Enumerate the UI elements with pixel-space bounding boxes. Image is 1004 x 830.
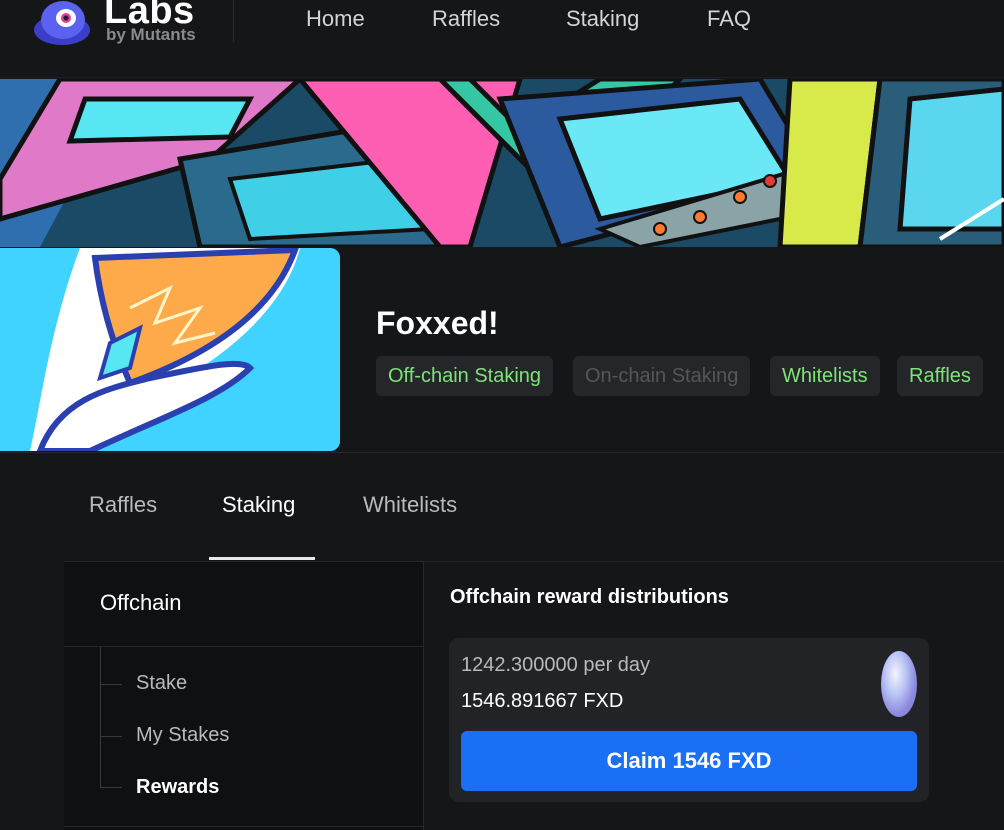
nav-raffles[interactable]: Raffles <box>432 6 500 32</box>
tab-whitelists[interactable]: Whitelists <box>363 492 457 518</box>
sidebar-tree-line <box>100 647 101 787</box>
tree-tick <box>100 787 122 788</box>
sidebar-item-stake[interactable]: Stake <box>136 672 187 695</box>
project-banner <box>0 79 1004 247</box>
reward-rate: 1242.300000 per day <box>461 654 651 676</box>
tag-offchain-staking[interactable]: Off-chain Staking <box>376 356 554 396</box>
fox-tail-logo <box>0 248 340 451</box>
nav-home[interactable]: Home <box>306 6 365 32</box>
top-header: Labs by Mutants Home Raffles Staking FAQ <box>0 0 1004 78</box>
sidebar-bottom-divider <box>64 826 424 827</box>
active-tab-indicator <box>209 557 315 560</box>
sidebar-heading-divider <box>64 646 424 647</box>
arcade-machines-artwork <box>0 79 1004 247</box>
sidebar-item-rewards[interactable]: Rewards <box>136 776 219 799</box>
project-title: Foxxed! <box>376 305 499 341</box>
header-divider <box>233 0 234 42</box>
project-avatar <box>0 248 340 451</box>
fxd-token-icon <box>881 651 917 717</box>
tree-tick <box>100 736 122 737</box>
nav-faq[interactable]: FAQ <box>707 6 751 32</box>
brand-subtitle: by Mutants <box>106 25 196 44</box>
tag-whitelists[interactable]: Whitelists <box>770 356 880 396</box>
tag-raffles[interactable]: Raffles <box>897 356 983 396</box>
nav-staking[interactable]: Staking <box>566 6 639 32</box>
sidebar-heading-offchain[interactable]: Offchain <box>100 590 182 616</box>
reward-amount: 1546.891667 FXD <box>461 690 624 712</box>
rewards-title: Offchain reward distributions <box>450 586 729 608</box>
tab-raffles[interactable]: Raffles <box>89 492 157 518</box>
claim-button[interactable]: Claim 1546 FXD <box>461 731 917 791</box>
section-divider <box>0 452 1004 453</box>
tag-onchain-staking: On-chain Staking <box>573 356 751 396</box>
sidebar-item-my-stakes[interactable]: My Stakes <box>136 724 229 747</box>
mutant-blob-icon[interactable] <box>32 0 92 46</box>
tree-tick <box>100 684 122 685</box>
tab-staking[interactable]: Staking <box>222 492 295 518</box>
